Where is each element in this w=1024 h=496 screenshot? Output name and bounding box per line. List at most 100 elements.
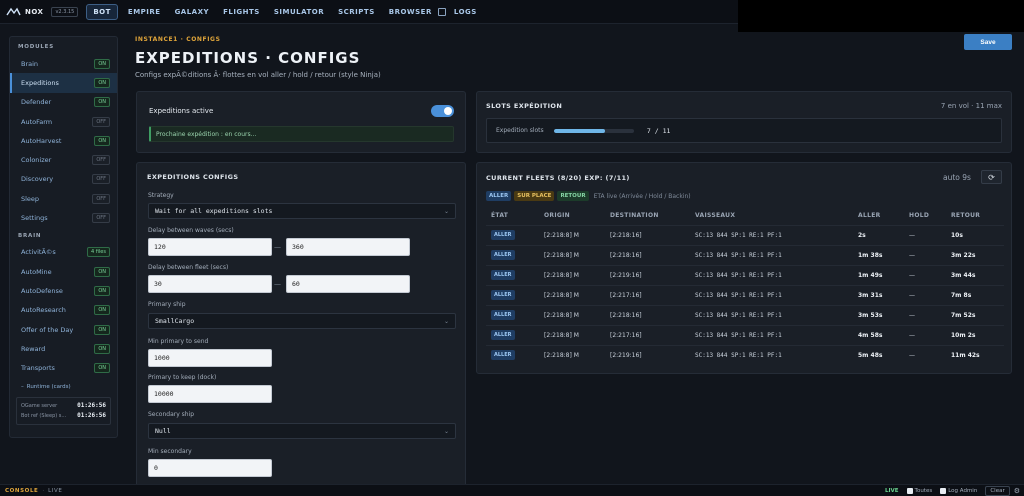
log-admin-checkbox[interactable] — [940, 487, 947, 494]
status-badge[interactable]: ON — [94, 97, 110, 108]
status-badge[interactable]: OFF — [92, 174, 110, 185]
save-button[interactable]: Save — [964, 34, 1012, 50]
sidebar-item-offer-of-the-day[interactable]: Offer of the Day ON — [10, 320, 117, 339]
sidebar-item-autofarm[interactable]: AutoFarm OFF — [10, 112, 117, 131]
status-badge[interactable]: 4 files — [87, 247, 110, 258]
sidebar-item-label: Reward — [21, 344, 46, 353]
status-badge[interactable]: ON — [94, 324, 110, 335]
runtime-card: OGame server 01:26:56 Bot ref (Sleep) s...… — [16, 396, 111, 425]
next-expedition-label: Prochaine expédition : — [156, 130, 223, 138]
cell-hold: — — [909, 232, 915, 239]
table-row[interactable]: ALLER [2:218:8] M [2:217:16] SC:13 844 SP:1… — [486, 325, 1004, 345]
column-header: VAISSEAUX — [695, 212, 736, 219]
range-separator: — — [274, 280, 281, 288]
status-badge[interactable]: OFF — [92, 116, 110, 127]
sidebar: MODULES Brain ON Expeditions ON Defender ON Au… — [9, 36, 118, 438]
delay-fleet-max-input[interactable]: 60 — [286, 275, 410, 293]
primary-ship-select[interactable]: SmallCargo ⌄ — [148, 313, 456, 329]
secondary-ship-label: Secondary ship — [148, 411, 195, 418]
console-status: LIVE — [48, 487, 63, 494]
sidebar-item-sleep[interactable]: Sleep OFF — [10, 189, 117, 208]
sidebar-item-discovery[interactable]: Discovery OFF — [10, 170, 117, 189]
column-header: ÉTAT — [491, 212, 509, 219]
gear-icon[interactable]: ⚙ — [1014, 487, 1020, 495]
nav-browser[interactable]: BROWSER — [389, 8, 432, 16]
primary-keep-label: Primary to keep (dock) — [148, 374, 217, 381]
console-label: CONSOLE — [5, 487, 39, 494]
sidebar-item-reward[interactable]: Reward ON — [10, 339, 117, 358]
sidebar-item-activit-s[interactable]: ActivitÃ©s 4 files — [10, 243, 117, 262]
sidebar-item-autoharvest[interactable]: AutoHarvest ON — [10, 131, 117, 150]
nav-galaxy[interactable]: GALAXY — [175, 8, 210, 16]
cell-ships: SC:13 844 SP:1 RE:1 PF:1 — [695, 252, 782, 259]
secondary-ship-select[interactable]: Null ⌄ — [148, 423, 456, 439]
table-row[interactable]: ALLER [2:218:8] M [2:219:16] SC:13 844 SP:1… — [486, 265, 1004, 285]
status-badge[interactable]: ON — [94, 285, 110, 296]
sidebar-item-automine[interactable]: AutoMine ON — [10, 262, 117, 281]
delay-waves-min-input[interactable]: 120 — [148, 238, 272, 256]
sidebar-item-defender[interactable]: Defender ON — [10, 93, 117, 112]
legend-note: ETA live (Arrivée / Hold / Backin) — [593, 192, 691, 200]
nav-logs[interactable]: LOGS — [454, 8, 477, 16]
sidebar-item-transports[interactable]: Transports ON — [10, 358, 117, 377]
sidebar-item-expeditions[interactable]: Expeditions ON — [10, 73, 117, 93]
modules-list: Brain ON Expeditions ON Defender ON AutoFarm OF… — [10, 54, 117, 228]
status-badge[interactable]: ON — [94, 135, 110, 146]
strategy-select[interactable]: Wait for all expeditions slots ⌄ — [148, 203, 456, 219]
sidebar-item-autodefense[interactable]: AutoDefense ON — [10, 281, 117, 300]
cell-state: ALLER — [491, 250, 515, 260]
nav-flights[interactable]: FLIGHTS — [223, 8, 260, 16]
column-header: ALLER — [858, 212, 881, 219]
status-badge[interactable]: ON — [94, 58, 110, 69]
runtime-label: Bot ref (Sleep) s... — [21, 412, 67, 419]
table-row[interactable]: ALLER [2:218:8] M [2:219:16] SC:13 844 SP:1… — [486, 345, 1004, 365]
runtime-toggle[interactable]: – Runtime (cards) — [10, 380, 117, 394]
fleets-title: CURRENT FLEETS (8/20) EXP: (7/11) — [486, 174, 630, 182]
table-row[interactable]: ALLER [2:218:8] M [2:217:16] SC:13 844 SP:1… — [486, 285, 1004, 305]
clear-button[interactable]: Clear — [985, 485, 1010, 496]
sidebar-item-autoresearch[interactable]: AutoResearch ON — [10, 301, 117, 320]
cell-dest: [2:219:16] — [610, 272, 642, 279]
sidebar-item-brain[interactable]: Brain ON — [10, 54, 117, 73]
delay-fleet-min-input[interactable]: 30 — [148, 275, 272, 293]
expeditions-active-panel: Expeditions active Prochaine expédition … — [136, 91, 466, 153]
status-badge[interactable]: OFF — [92, 193, 110, 204]
primary-keep-input[interactable]: 10000 — [148, 385, 272, 403]
sidebar-item-colonizer[interactable]: Colonizer OFF — [10, 150, 117, 169]
current-fleets-panel: CURRENT FLEETS (8/20) EXP: (7/11) auto 9… — [476, 162, 1012, 374]
status-badge[interactable]: OFF — [92, 155, 110, 166]
app-name: NOX — [25, 7, 44, 16]
min-primary-input[interactable]: 1000 — [148, 349, 272, 367]
nav-empire[interactable]: EMPIRE — [128, 8, 161, 16]
primary-ship-value: SmallCargo — [155, 317, 195, 325]
expeditions-active-toggle[interactable] — [431, 105, 454, 117]
next-expedition-status: Prochaine expédition : en cours... — [149, 126, 454, 142]
status-badge[interactable]: ON — [94, 77, 110, 88]
toutes-checkbox[interactable] — [906, 487, 913, 494]
slots-label: Expedition slots — [496, 127, 544, 134]
min-secondary-input[interactable]: 0 — [148, 459, 272, 477]
cell-origin: [2:218:8] M — [544, 332, 579, 339]
status-badge[interactable]: ON — [94, 305, 110, 316]
table-row[interactable]: ALLER [2:218:8] M [2:218:16] SC:13 844 SP:1… — [486, 245, 1004, 265]
cell-retour: 10m 2s — [951, 332, 976, 339]
status-badge[interactable]: OFF — [92, 213, 110, 224]
nav-scripts[interactable]: SCRIPTS — [338, 8, 375, 16]
status-badge[interactable]: ON — [94, 266, 110, 277]
sidebar-item-settings[interactable]: Settings OFF — [10, 208, 117, 227]
status-badge[interactable]: ON — [94, 363, 110, 374]
nav-simulator[interactable]: SIMULATOR — [274, 8, 324, 16]
external-window-icon[interactable] — [437, 7, 446, 16]
range-separator: — — [274, 243, 281, 251]
table-row[interactable]: ALLER [2:218:8] M [2:218:16] SC:13 844 SP:1… — [486, 225, 1004, 245]
cell-dest: [2:219:16] — [610, 352, 642, 359]
refresh-button[interactable]: ⟳ — [981, 170, 1002, 184]
nav-bot[interactable]: BOT — [86, 3, 118, 20]
status-badge[interactable]: ON — [94, 343, 110, 354]
live-indicator: LIVE — [884, 487, 899, 494]
cell-aller: 3m 53s — [858, 312, 883, 319]
table-row[interactable]: ALLER [2:218:8] M [2:218:16] SC:13 844 SP:1… — [486, 305, 1004, 325]
cell-origin: [2:218:8] M — [544, 272, 579, 279]
delay-waves-max-input[interactable]: 360 — [286, 238, 410, 256]
runtime-time: 01:26:56 — [77, 412, 106, 420]
